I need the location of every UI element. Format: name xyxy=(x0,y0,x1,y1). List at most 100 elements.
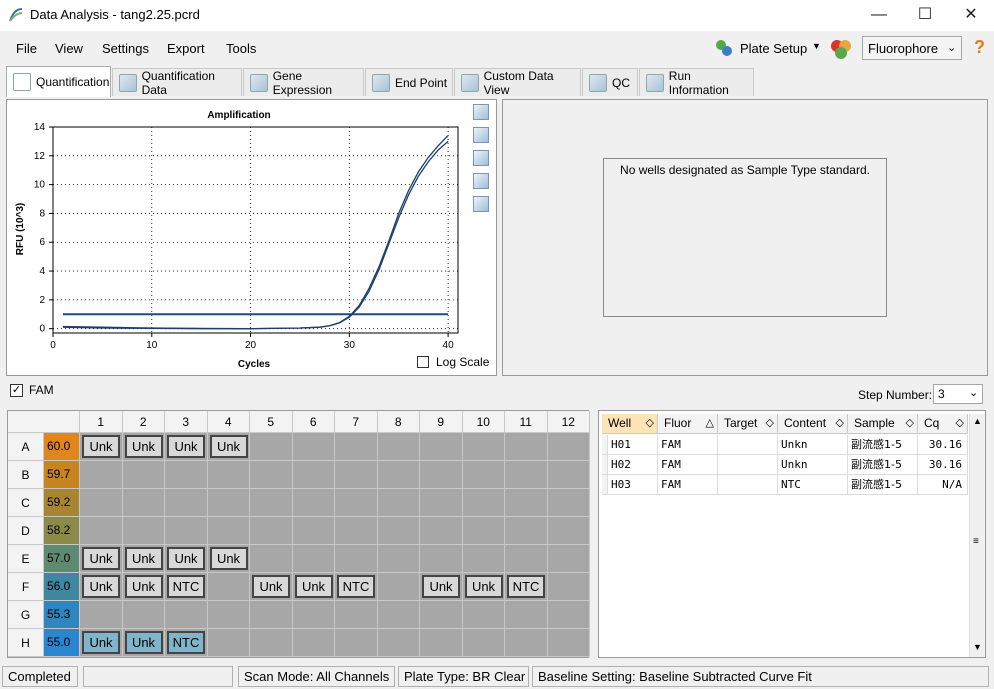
column-header[interactable]: 5 xyxy=(250,411,293,433)
plate-well[interactable] xyxy=(122,601,165,629)
plate-well[interactable]: Unk xyxy=(80,433,123,461)
plate-well[interactable] xyxy=(547,517,590,545)
plate-well[interactable] xyxy=(207,601,250,629)
plate-well[interactable]: Unk xyxy=(80,545,123,573)
menu-settings[interactable]: Settings xyxy=(102,41,149,56)
plate-well[interactable] xyxy=(505,545,548,573)
tab-quantification[interactable]: Quantification xyxy=(6,66,111,97)
plate-well[interactable] xyxy=(80,489,123,517)
plate-well[interactable] xyxy=(462,629,505,657)
plate-well[interactable] xyxy=(80,461,123,489)
plate-well[interactable] xyxy=(207,629,250,657)
plate-well[interactable] xyxy=(420,461,463,489)
plate-well[interactable] xyxy=(547,573,590,601)
export-icon[interactable] xyxy=(473,150,489,166)
row-header[interactable]: C xyxy=(8,489,44,517)
plate-well[interactable] xyxy=(377,489,420,517)
row-header[interactable]: F xyxy=(8,573,44,601)
plate-well[interactable] xyxy=(420,545,463,573)
plate-well[interactable] xyxy=(207,517,250,545)
plate-well[interactable] xyxy=(420,517,463,545)
column-header-content[interactable]: Content ◇ xyxy=(778,414,848,434)
plate-well[interactable] xyxy=(505,517,548,545)
plate-well[interactable]: Unk xyxy=(292,573,335,601)
amplification-chart[interactable]: Amplification Cycles RFU (10^3) 0 10 20 30 4… xyxy=(6,99,497,376)
column-header-cq[interactable]: Cq ◇ xyxy=(918,414,968,434)
plate-well[interactable] xyxy=(462,461,505,489)
plate-well[interactable] xyxy=(377,517,420,545)
plate-well[interactable]: Unk xyxy=(165,545,208,573)
menu-export[interactable]: Export xyxy=(167,41,205,56)
fluorophore-select[interactable]: Fluorophore ⌄ xyxy=(862,36,962,60)
column-header[interactable]: 2 xyxy=(122,411,165,433)
plate-well[interactable] xyxy=(292,461,335,489)
plate-well[interactable] xyxy=(420,601,463,629)
plate-well[interactable] xyxy=(505,433,548,461)
plate-well[interactable] xyxy=(335,545,378,573)
close-button[interactable]: ✕ xyxy=(948,0,994,31)
plate-well[interactable] xyxy=(165,489,208,517)
minimize-button[interactable]: — xyxy=(856,0,902,31)
plate-well[interactable] xyxy=(292,629,335,657)
plate-well[interactable] xyxy=(335,629,378,657)
scroll-down-icon[interactable]: ▼ xyxy=(973,642,982,652)
tab-quantification-data[interactable]: Quantification Data xyxy=(112,68,242,97)
column-header-target[interactable]: Target ◇ xyxy=(718,414,778,434)
plate-well[interactable] xyxy=(80,601,123,629)
plate-well[interactable] xyxy=(122,489,165,517)
plate-well[interactable] xyxy=(122,461,165,489)
plate-well[interactable] xyxy=(250,489,293,517)
plate-well[interactable]: Unk xyxy=(207,433,250,461)
zoom-icon[interactable] xyxy=(473,173,489,189)
row-header[interactable]: A xyxy=(8,433,44,461)
column-header[interactable]: 8 xyxy=(377,411,420,433)
column-header[interactable]: 4 xyxy=(207,411,250,433)
color-tool-icon[interactable] xyxy=(828,37,854,61)
column-header[interactable]: 1 xyxy=(80,411,123,433)
plate-well[interactable] xyxy=(292,489,335,517)
plate-well[interactable] xyxy=(207,461,250,489)
tab-end-point[interactable]: End Point xyxy=(365,68,453,96)
column-header-well[interactable]: Well ◇ xyxy=(602,414,658,434)
plate-well[interactable] xyxy=(547,545,590,573)
plate-well[interactable] xyxy=(420,629,463,657)
column-header[interactable]: 9 xyxy=(420,411,463,433)
column-header[interactable]: 7 xyxy=(335,411,378,433)
plate-well[interactable] xyxy=(335,433,378,461)
plate-well[interactable]: Unk xyxy=(80,629,123,657)
scroll-grip-icon[interactable]: ≡ xyxy=(973,536,979,547)
column-header[interactable]: 10 xyxy=(462,411,505,433)
log-scale-checkbox[interactable] xyxy=(417,356,429,368)
tab-gene-expression[interactable]: Gene Expression xyxy=(243,68,364,97)
plate-well[interactable] xyxy=(462,433,505,461)
column-header-fluor[interactable]: Fluor △ xyxy=(658,414,718,434)
plate-well[interactable] xyxy=(122,517,165,545)
row-header[interactable]: D xyxy=(8,517,44,545)
plate-well[interactable] xyxy=(547,629,590,657)
plate-well[interactable] xyxy=(250,545,293,573)
column-header[interactable]: 11 xyxy=(505,411,548,433)
plate-well[interactable] xyxy=(462,601,505,629)
plate-well[interactable] xyxy=(207,489,250,517)
plate-well[interactable]: Unk xyxy=(420,573,463,601)
plate-well[interactable] xyxy=(207,573,250,601)
plate-well[interactable]: Unk xyxy=(165,433,208,461)
row-header[interactable]: H xyxy=(8,629,44,657)
plate-well[interactable] xyxy=(292,601,335,629)
plate-well[interactable] xyxy=(547,433,590,461)
plate-well[interactable] xyxy=(462,489,505,517)
plate-well[interactable] xyxy=(377,433,420,461)
step-number-select[interactable]: 3 ⌄ xyxy=(933,384,983,404)
column-header[interactable]: 3 xyxy=(165,411,208,433)
plate-well[interactable] xyxy=(292,545,335,573)
plate-well[interactable] xyxy=(335,601,378,629)
plate-well[interactable] xyxy=(165,601,208,629)
column-header[interactable]: 6 xyxy=(292,411,335,433)
menu-view[interactable]: View xyxy=(55,41,83,56)
fam-checkbox[interactable]: ✓ xyxy=(10,384,23,397)
plate-well[interactable] xyxy=(250,601,293,629)
chart-options-icon[interactable] xyxy=(473,127,489,143)
plate-well[interactable] xyxy=(250,461,293,489)
plate-well[interactable]: NTC xyxy=(335,573,378,601)
help-icon[interactable]: ? xyxy=(974,37,985,58)
